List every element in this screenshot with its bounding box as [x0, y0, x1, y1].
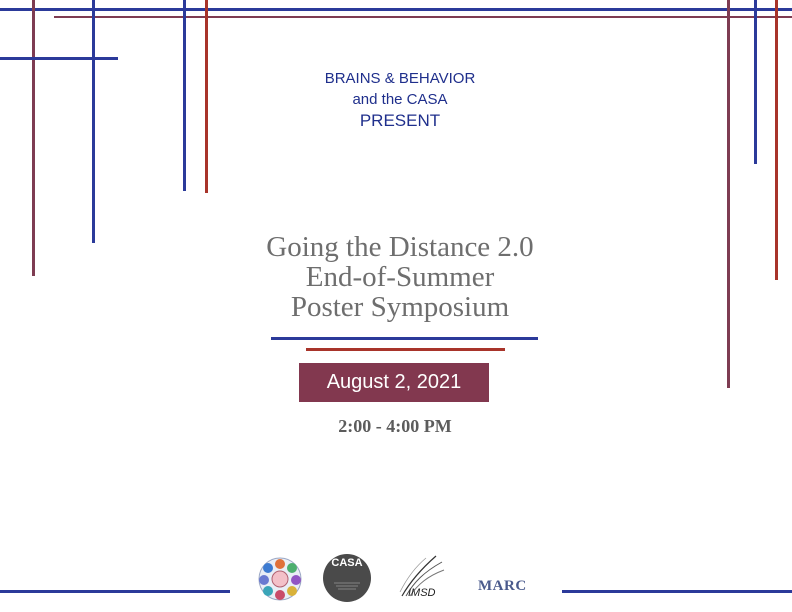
left-vertical-line-2	[92, 0, 95, 243]
event-date: August 2, 2021	[326, 371, 462, 393]
bottom-line-right	[562, 590, 792, 593]
top-border-line-maroon	[54, 16, 792, 18]
right-vertical-line-3	[775, 0, 778, 280]
left-vertical-line-3	[183, 0, 186, 191]
left-horizontal-line	[0, 57, 118, 60]
presenter-line-3: PRESENT	[359, 111, 441, 130]
brains-behavior-logo-icon	[258, 557, 302, 601]
right-vertical-line-2	[754, 0, 757, 164]
presenter-line-2: and the CASA	[352, 91, 448, 108]
casa-logo-text: CASA	[331, 557, 363, 569]
top-border-line-blue	[0, 8, 792, 11]
title-underline-blue	[271, 337, 538, 340]
presenters-block: BRAINS & BEHAVIOR and the CASA PRESENT	[230, 68, 570, 131]
event-title-line-3: Poster Symposium	[290, 291, 510, 323]
title-underline-red	[306, 348, 505, 351]
marc-logo-text: MARC	[478, 578, 527, 594]
bottom-line-left	[0, 590, 230, 593]
event-date-badge: August 2, 2021	[299, 363, 489, 402]
right-vertical-line-1	[727, 0, 730, 388]
event-title-line-2: End-of-Summer	[305, 261, 495, 293]
left-vertical-line-1	[32, 0, 35, 276]
event-title: Going the Distance 2.0 End-of-Summer Pos…	[200, 232, 600, 322]
event-title-line-1: Going the Distance 2.0	[266, 231, 534, 263]
left-vertical-line-4	[205, 0, 208, 193]
presenter-line-1: BRAINS & BEHAVIOR	[324, 70, 476, 87]
event-time: 2:00 - 4:00 PM	[338, 416, 452, 436]
imsd-logo-text: IMSD	[408, 587, 436, 599]
